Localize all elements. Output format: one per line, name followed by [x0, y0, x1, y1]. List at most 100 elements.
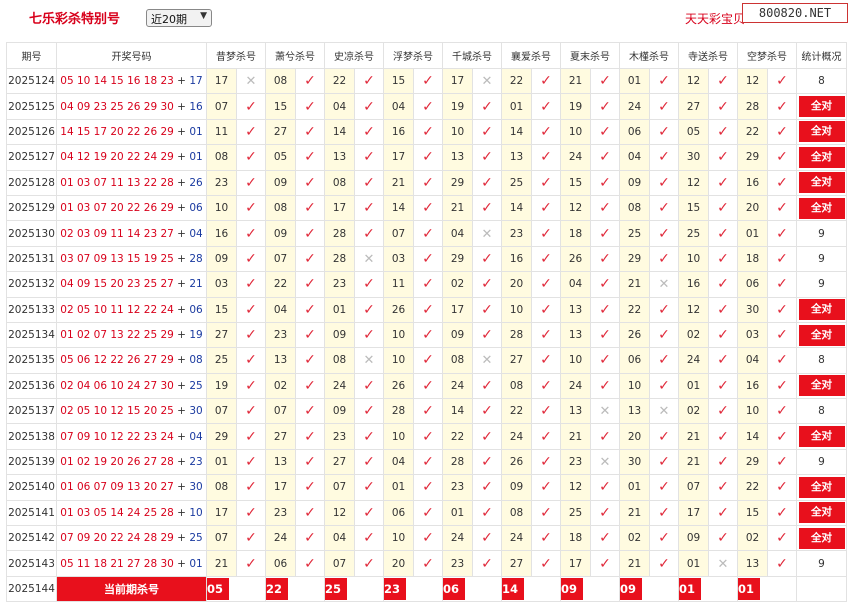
kill-number: 09	[324, 398, 355, 425]
result-mark: ✓	[472, 194, 502, 222]
kill-number: 10	[501, 296, 532, 323]
kill-number: 01	[324, 296, 355, 323]
kill-number: 10	[442, 118, 473, 146]
check-icon: ✓	[658, 504, 670, 521]
correct-count: 9	[818, 227, 825, 240]
result-mark: ✓	[236, 321, 266, 349]
kill-number: 01	[501, 93, 532, 120]
kill-number: 13	[501, 144, 532, 171]
result-mark: ✓	[295, 67, 325, 95]
main-numbers: 07 09 20 22 24 28 29	[60, 532, 174, 545]
draw-numbers: 07 09 20 22 24 28 29 + 25	[56, 525, 207, 552]
kill-number: 25	[560, 499, 591, 527]
stat-cell: 8	[796, 67, 847, 95]
check-icon: ✓	[776, 98, 788, 115]
main-numbers: 01 03 07 11 13 22 28	[60, 176, 174, 189]
check-icon: ✓	[540, 428, 552, 445]
result-mark: ✓	[649, 525, 679, 552]
kill-number: 23	[442, 550, 473, 577]
result-mark: ✓	[472, 499, 502, 527]
check-icon: ✓	[540, 250, 552, 267]
check-icon: ✓	[717, 225, 729, 242]
kill-number: 13	[442, 144, 473, 171]
table-row: 2025129 01 03 07 20 22 26 29 + 06 10 ✓ 08 ✓ 17…	[6, 194, 847, 222]
current-kill-cell: 05	[206, 575, 266, 602]
check-icon: ✓	[776, 530, 788, 547]
kill-number: 20	[737, 194, 768, 222]
kill-number: 26	[501, 448, 532, 476]
draw-numbers: 05 10 14 15 16 18 23 + 17	[56, 67, 207, 95]
stat-cell: 全对	[796, 194, 847, 222]
result-mark: ✓	[354, 194, 384, 222]
result-mark: ✓	[708, 499, 738, 527]
check-icon: ✓	[422, 377, 434, 394]
check-icon: ✓	[363, 479, 375, 496]
table-row: 2025127 04 12 19 20 22 24 29 + 01 08 ✓ 05 ✓ 13…	[6, 144, 847, 171]
kill-number: 09	[619, 169, 650, 196]
table-row: 2025128 01 03 07 11 13 22 28 + 26 23 ✓ 09 ✓ 08…	[6, 169, 847, 196]
kill-number: 17	[442, 296, 473, 323]
correct-count: 9	[818, 252, 825, 265]
check-icon: ✓	[658, 149, 670, 166]
check-icon: ✓	[599, 98, 611, 115]
result-mark: ✓	[708, 220, 738, 247]
stat-cell: 8	[796, 347, 847, 374]
check-icon: ✓	[776, 225, 788, 242]
kill-number: 26	[383, 296, 414, 323]
check-icon: ✓	[599, 555, 611, 572]
table-row: 2025139 01 02 19 20 26 27 28 + 23 01 ✓ 13 ✓ 27…	[6, 448, 847, 476]
check-icon: ✓	[422, 98, 434, 115]
kill-number: 24	[501, 423, 532, 450]
issue-number: 2025127	[6, 144, 57, 171]
draw-numbers: 01 03 07 11 13 22 28 + 26	[56, 169, 207, 196]
issue-number: 2025141	[6, 499, 57, 527]
result-mark: ✓	[472, 245, 502, 273]
kill-number: 06	[383, 499, 414, 527]
kill-number: 01	[678, 372, 709, 400]
check-icon: ✓	[481, 504, 493, 521]
draw-numbers: 04 09 15 20 23 25 27 + 21	[56, 271, 207, 298]
kill-number: 13	[265, 448, 296, 476]
all-correct-badge: 全对	[798, 172, 845, 194]
brand-link[interactable]: 天天彩宝贝	[685, 10, 745, 27]
check-icon: ✓	[304, 428, 316, 445]
result-mark: ✓	[472, 525, 502, 552]
kill-number: 24	[678, 347, 709, 374]
period-select[interactable]: 近20期 ▼	[146, 9, 212, 27]
issue-number: 2025137	[6, 398, 57, 425]
check-icon: ✓	[658, 174, 670, 191]
kill-number: 12	[678, 296, 709, 323]
current-kill-number: 06	[443, 578, 465, 600]
result-mark: ✓	[236, 93, 266, 120]
check-icon: ✓	[717, 428, 729, 445]
all-correct-badge: 全对	[798, 324, 845, 346]
table-row: 2025125 04 09 23 25 26 29 30 + 16 07 ✓ 15 ✓ 04…	[6, 93, 847, 120]
result-mark: ✓	[236, 118, 266, 146]
check-icon: ✓	[363, 377, 375, 394]
kill-number: 12	[737, 67, 768, 95]
kill-number: 24	[501, 525, 532, 552]
current-kill-number: 05	[207, 578, 229, 600]
kill-number: 10	[383, 525, 414, 552]
result-mark: ✓	[295, 448, 325, 476]
all-correct-badge: 全对	[798, 476, 845, 498]
result-mark: ✓	[708, 398, 738, 425]
check-icon: ✓	[245, 504, 257, 521]
kill-number: 09	[206, 245, 237, 273]
kill-number: 22	[442, 423, 473, 450]
kill-number: 03	[383, 245, 414, 273]
result-mark: ✓	[472, 398, 502, 425]
kill-number: 21	[206, 550, 237, 577]
check-icon: ✓	[658, 479, 670, 496]
kill-number: 19	[560, 93, 591, 120]
result-mark: ✓	[531, 93, 561, 120]
check-icon: ✓	[304, 250, 316, 267]
kill-number: 17	[206, 67, 237, 95]
result-mark: ✓	[531, 499, 561, 527]
result-mark: ✓	[767, 271, 797, 298]
stat-cell: 全对	[796, 93, 847, 120]
kill-number: 25	[678, 220, 709, 247]
result-mark: ✓	[590, 499, 620, 527]
issue-number: 2025142	[6, 525, 57, 552]
cross-icon: ✕	[599, 404, 611, 420]
